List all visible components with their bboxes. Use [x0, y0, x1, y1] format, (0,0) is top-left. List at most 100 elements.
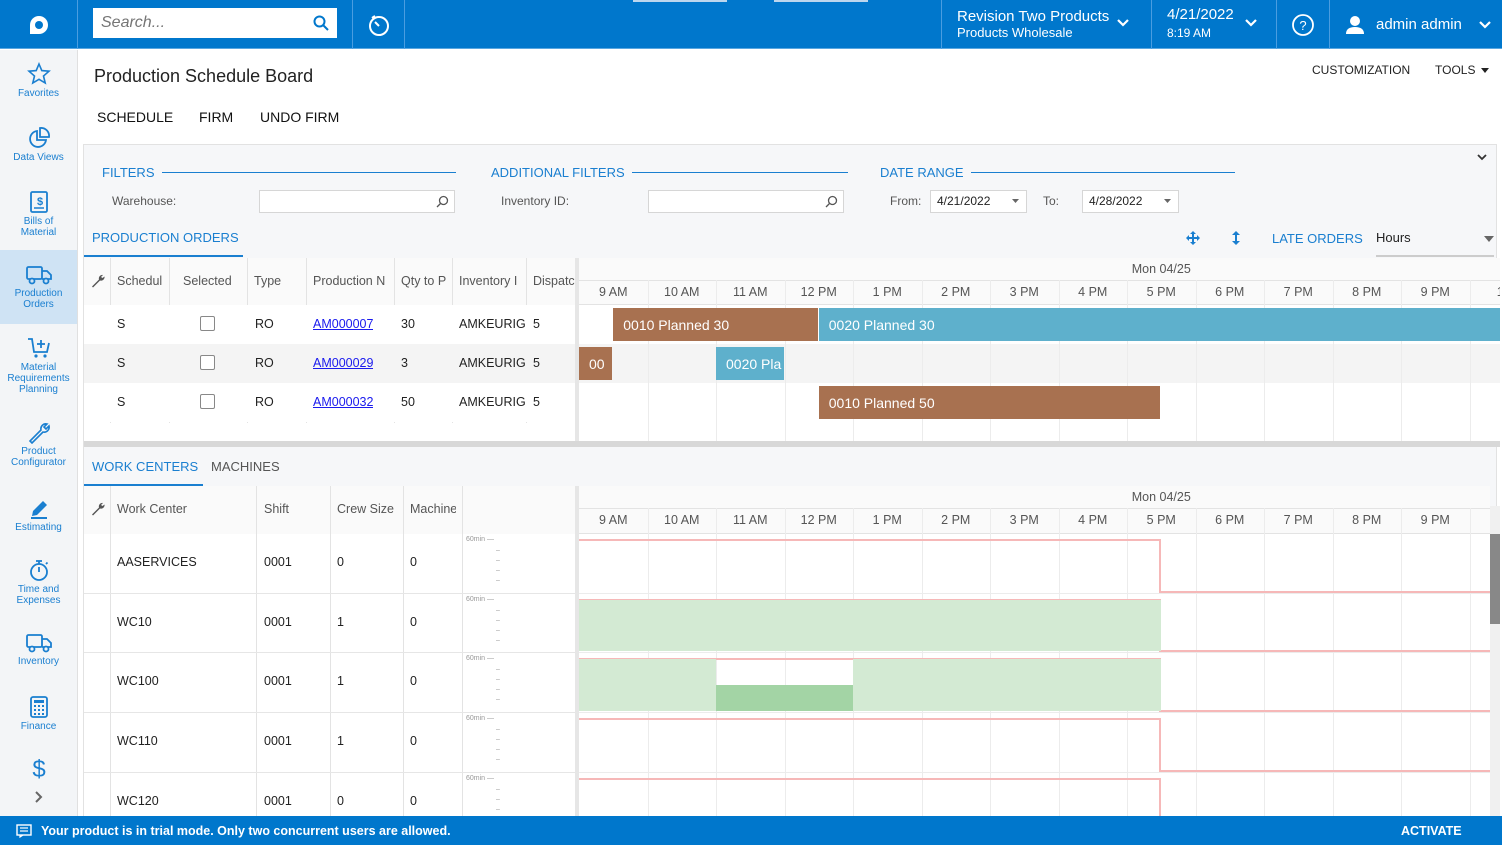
- chevron-down-icon: [1245, 19, 1257, 27]
- search-icon[interactable]: [436, 195, 449, 208]
- vertical-scrollbar-track[interactable]: [1490, 506, 1500, 816]
- table-row[interactable]: WC100 0001 1 0 60min — – – – –: [84, 653, 575, 714]
- capacity-load-block[interactable]: [579, 659, 716, 712]
- sidebar-item-finance[interactable]: Finance: [0, 695, 77, 735]
- hour-tick-label: 11 AM: [732, 285, 768, 299]
- sidebar-item-bills-of-material[interactable]: $ Bills of Material: [0, 190, 77, 245]
- production-orders-grid: Schedul Selected Type Production N Qty t…: [84, 258, 575, 441]
- open-tab-indicator[interactable]: [774, 0, 868, 2]
- business-date-selector[interactable]: 4/21/2022 8:19 AM: [1151, 0, 1276, 49]
- firm-button[interactable]: FIRM: [199, 109, 233, 125]
- selected-checkbox[interactable]: [200, 355, 215, 370]
- operation-bar[interactable]: 0020 Pla: [716, 347, 784, 380]
- column-header-crew-size[interactable]: Crew Size: [337, 502, 394, 516]
- tools-menu[interactable]: TOOLS: [1435, 63, 1490, 77]
- company-selector[interactable]: Revision Two Products Products Wholesale: [941, 0, 1151, 49]
- column-header-dispatch[interactable]: Dispatc: [533, 274, 575, 288]
- wrench-icon[interactable]: [91, 502, 105, 516]
- operation-bar[interactable]: 0010 Planned 30: [613, 308, 818, 341]
- column-header-selected[interactable]: Selected: [183, 274, 232, 288]
- search-input[interactable]: [101, 14, 313, 32]
- production-nbr-link[interactable]: AM000032: [313, 395, 373, 409]
- operation-bar[interactable]: 00: [579, 347, 613, 380]
- capacity-load-block[interactable]: [579, 599, 1162, 652]
- tools-label: TOOLS: [1435, 63, 1476, 77]
- column-header-schedule[interactable]: Schedul: [117, 274, 167, 288]
- inventory-id-field[interactable]: [648, 190, 844, 213]
- operation-bar[interactable]: 0020 Planned 30: [818, 308, 1500, 341]
- caret-down-icon[interactable]: [1164, 199, 1171, 203]
- history-icon: [368, 14, 389, 36]
- table-row[interactable]: WC110 0001 1 0 60min — – – – –: [84, 713, 575, 773]
- sidebar-item-data-views[interactable]: Data Views: [0, 126, 77, 181]
- splitter[interactable]: [84, 441, 1500, 447]
- sidebar-item-production-orders[interactable]: Production Orders: [0, 250, 77, 324]
- svg-text:$: $: [36, 196, 42, 208]
- capacity-scale-ticks: ––––: [496, 666, 500, 704]
- sidebar-item-favorites[interactable]: Favorites: [0, 62, 77, 117]
- history-button[interactable]: [352, 0, 405, 49]
- warehouse-field[interactable]: [259, 190, 455, 213]
- column-header-inventory[interactable]: Inventory I: [459, 274, 523, 288]
- collapse-chevron-icon[interactable]: [1476, 153, 1488, 161]
- wrench-icon[interactable]: [91, 274, 105, 288]
- search-icon[interactable]: [825, 195, 838, 208]
- sidebar-item-estimating[interactable]: Estimating: [0, 498, 77, 538]
- star-icon: [26, 62, 51, 85]
- sidebar-item-dollar[interactable]: $: [0, 756, 77, 786]
- schedule-button[interactable]: SCHEDULE: [97, 109, 173, 125]
- tab-machines[interactable]: MACHINES: [211, 459, 280, 474]
- stopwatch-icon: [29, 560, 48, 581]
- chevron-down-icon: [1479, 20, 1491, 29]
- vertical-scrollbar-thumb[interactable]: [1490, 534, 1500, 624]
- sidebar-expand-button[interactable]: [0, 790, 77, 810]
- column-header-qty[interactable]: Qty to P: [401, 274, 451, 288]
- table-row[interactable]: S RO AM000029 3 AMKEURIG 5: [84, 344, 575, 383]
- move-icon[interactable]: [1186, 231, 1200, 245]
- undo-firm-button[interactable]: UNDO FIRM: [260, 109, 339, 125]
- production-nbr-link[interactable]: AM000007: [313, 317, 373, 331]
- column-header-type[interactable]: Type: [254, 274, 281, 288]
- crew-size-cell: 1: [337, 734, 344, 749]
- sidebar-item-product-configurator[interactable]: Product Configurator: [0, 420, 77, 475]
- time-unit-select[interactable]: Hours: [1376, 223, 1494, 257]
- from-date-field[interactable]: 4/21/2022: [930, 190, 1027, 213]
- late-orders-button[interactable]: LATE ORDERS: [1272, 231, 1363, 246]
- sidebar-item-inventory[interactable]: Inventory: [0, 632, 77, 672]
- column-header-work-center[interactable]: Work Center: [117, 502, 187, 516]
- to-date-field[interactable]: 4/28/2022: [1082, 190, 1179, 213]
- hour-tick-label: 10: [1470, 513, 1491, 527]
- caret-down-icon[interactable]: [1012, 199, 1019, 203]
- table-row[interactable]: AASERVICES 0001 0 0 60min — – – – –: [84, 534, 575, 594]
- help-button[interactable]: ?: [1276, 0, 1329, 49]
- search-box[interactable]: [93, 8, 337, 38]
- sidebar-item-label: Material Requirements Planning: [7, 362, 70, 395]
- from-date-value: 4/21/2022: [937, 194, 991, 208]
- tab-work-centers[interactable]: WORK CENTERS: [92, 459, 198, 474]
- capacity-load-block[interactable]: [853, 659, 1162, 712]
- operation-bar[interactable]: 0010 Planned 50: [818, 386, 1161, 419]
- selected-checkbox[interactable]: [200, 316, 215, 331]
- app-logo[interactable]: [0, 0, 78, 49]
- sidebar-item-mrp[interactable]: Material Requirements Planning: [0, 336, 77, 398]
- table-row[interactable]: S RO AM000007 30 AMKEURIG 5: [84, 305, 575, 344]
- table-row[interactable]: S RO AM000032 50 AMKEURIG 5: [84, 383, 575, 422]
- activate-button[interactable]: ACTIVATE: [1401, 824, 1462, 838]
- hour-tick-label: 9 PM: [1420, 513, 1450, 527]
- selected-checkbox[interactable]: [200, 394, 215, 409]
- tab-production-orders[interactable]: PRODUCTION ORDERS: [92, 230, 239, 245]
- open-tab-indicator[interactable]: [633, 0, 727, 2]
- column-header-shift[interactable]: Shift: [264, 502, 289, 516]
- resize-vertical-icon[interactable]: [1232, 231, 1240, 245]
- production-nbr-link[interactable]: AM000029: [313, 356, 373, 370]
- column-header-machine[interactable]: Machine: [410, 502, 456, 516]
- sidebar-item-label: Data Views: [13, 152, 64, 163]
- sidebar-item-time-expenses[interactable]: Time and Expenses: [0, 558, 77, 608]
- capacity-load-block[interactable]: [716, 685, 853, 712]
- search-icon[interactable]: [313, 15, 329, 31]
- column-header-production-nbr[interactable]: Production N: [313, 274, 391, 288]
- table-row[interactable]: WC10 0001 1 0 60min — – – – –: [84, 594, 575, 654]
- user-menu[interactable]: admin admin: [1329, 0, 1502, 49]
- customization-button[interactable]: CUSTOMIZATION: [1312, 63, 1410, 77]
- hour-tick-label: 2 PM: [941, 285, 971, 299]
